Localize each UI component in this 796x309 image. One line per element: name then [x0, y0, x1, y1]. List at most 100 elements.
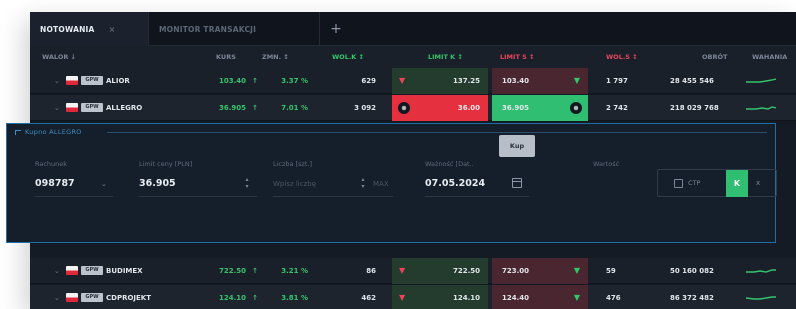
arrow-up-icon: ↑	[252, 77, 258, 85]
panel-corner	[15, 130, 21, 135]
divider	[107, 132, 767, 133]
change-percent: 3.37 %	[281, 77, 308, 85]
table-row[interactable]: ⌄ GPW ALIOR 103.40 ↑ 3.37 % 629 ▼ 137.25…	[30, 68, 796, 94]
price-limit-input[interactable]: 36.905	[139, 178, 176, 189]
turnover: 28 455 546	[670, 77, 714, 85]
quantity-input[interactable]: Wpisz liczbę	[273, 180, 316, 188]
chevron-down-icon[interactable]: ⌄	[54, 68, 60, 94]
tab-bar: NOTOWANIA × MONITOR TRANSAKCJI +	[30, 12, 796, 46]
sell-marker-icon: ▼	[399, 76, 406, 85]
instrument-name: CDPROJEKT	[106, 294, 152, 302]
close-icon[interactable]: x	[756, 170, 760, 197]
divider	[425, 196, 529, 197]
chevron-down-icon[interactable]: ⌄	[54, 95, 60, 121]
stepper-icon[interactable]: ▴ ▾	[359, 176, 367, 190]
max-button[interactable]: MAX	[373, 180, 389, 188]
ctp-label: CTP	[688, 179, 701, 187]
header-wolk[interactable]: WOL.K ↕	[332, 46, 364, 68]
tab-monitor-transakcji[interactable]: MONITOR TRANSAKCJI	[148, 12, 320, 46]
divider	[35, 196, 113, 197]
bid-limit-value: 722.50	[452, 267, 480, 275]
sparkline-icon	[746, 296, 776, 300]
ask-limit-value: 124.40	[502, 294, 530, 302]
table-row[interactable]: ⌄ GPW BUDIMEX 722.50 ↑ 3.21 % 86 ▼ 722.5…	[30, 258, 796, 284]
header-zmn[interactable]: ZMN. ↕	[262, 46, 289, 68]
calendar-icon[interactable]	[512, 178, 522, 188]
arrow-up-icon: ↑	[252, 104, 258, 112]
turnover: 50 160 082	[670, 267, 714, 275]
ask-volume: 1 797	[606, 77, 628, 85]
divider	[139, 196, 257, 197]
ask-volume: 2 742	[606, 104, 628, 112]
ask-volume: 476	[606, 294, 621, 302]
market-badge: GPW	[81, 76, 103, 85]
sell-marker-icon: ▼	[399, 293, 406, 302]
bid-volume: 629	[361, 77, 376, 85]
quantity-label: Liczba [szt.]	[273, 160, 313, 168]
ask-limit-value: 36.905	[502, 104, 530, 112]
stepper-icon[interactable]: ▴ ▾	[243, 176, 251, 190]
order-panel: Kupno ALLEGRO Kup Rachunek 098787 ⌄ Limi…	[6, 123, 777, 243]
price: 124.10	[218, 294, 246, 302]
table-row-selected[interactable]: ⌄ GPW ALLEGRO 36.905 ↑ 7.01 % 3 092 ⊗ 36…	[30, 95, 796, 121]
ask-limit-cell[interactable]: 723.00 ▼	[492, 258, 588, 284]
sparkline-icon	[746, 106, 776, 110]
chevron-down-icon[interactable]: ⌄	[54, 258, 60, 284]
arrow-up-icon: ↑	[252, 294, 258, 302]
flag-pl-icon	[66, 293, 78, 302]
tab-label: MONITOR TRANSAKCJI	[159, 24, 257, 34]
bid-limit-cell[interactable]: ▼ 137.25	[392, 68, 488, 94]
price: 36.905	[218, 104, 246, 112]
bid-volume: 86	[366, 267, 376, 275]
order-panel-title: Kupno ALLEGRO	[25, 128, 82, 136]
expiry-date-input[interactable]: 07.05.2024	[425, 178, 485, 189]
instrument-name: ALLEGRO	[106, 104, 143, 112]
value-label: Wartość	[593, 160, 620, 168]
instrument-name: ALIOR	[106, 77, 130, 85]
header-wols[interactable]: WOL.S ↕	[606, 46, 638, 68]
divider	[273, 196, 393, 197]
checkbox-icon[interactable]	[674, 179, 683, 188]
cancel-order-icon[interactable]: ⊗	[570, 102, 582, 114]
buy-marker-icon: ▼	[573, 266, 580, 275]
ask-limit-cell[interactable]: 36.905 ⊗	[492, 95, 588, 121]
ask-limit-cell[interactable]: 124.40 ▼	[492, 285, 588, 309]
header-kurs[interactable]: KURS	[216, 46, 236, 68]
account-value: 098787	[35, 178, 75, 189]
tab-notowania[interactable]: NOTOWANIA ×	[30, 12, 148, 46]
arrow-up-icon: ↑	[252, 267, 258, 275]
change-percent: 3.81 %	[281, 294, 308, 302]
ask-limit-value: 103.40	[502, 77, 530, 85]
turnover: 86 372 482	[670, 294, 714, 302]
submit-group: CTP K x	[657, 169, 777, 197]
close-icon[interactable]: ×	[109, 25, 116, 34]
bid-limit-cell[interactable]: ⊗ 36.00	[392, 95, 488, 121]
bid-limit-cell[interactable]: ▼ 722.50	[392, 258, 488, 284]
ask-limit-cell[interactable]: 103.40 ▼	[492, 68, 588, 94]
buy-marker-icon: ▼	[573, 293, 580, 302]
header-walor[interactable]: WALOR ↓	[42, 46, 76, 68]
buy-marker-icon: ▼	[573, 76, 580, 85]
bid-volume: 462	[361, 294, 376, 302]
header-wahania[interactable]: WAHANIA	[752, 46, 787, 68]
price: 103.40	[218, 77, 246, 85]
cancel-order-icon[interactable]: ⊗	[398, 102, 410, 114]
market-badge: GPW	[81, 266, 103, 275]
flag-pl-icon	[66, 103, 78, 112]
table-row[interactable]: ⌄ GPW CDPROJEKT 124.10 ↑ 3.81 % 462 ▼ 12…	[30, 285, 796, 309]
bid-limit-cell[interactable]: ▼ 124.10	[392, 285, 488, 309]
header-limits[interactable]: LIMIT S ↕	[500, 46, 535, 68]
buy-tooltip: Kup	[499, 135, 535, 157]
sparkline-icon	[746, 269, 776, 273]
chevron-down-icon[interactable]: ⌄	[54, 285, 60, 309]
plus-icon[interactable]: +	[324, 12, 348, 46]
header-limitk[interactable]: LIMIT K ↕	[428, 46, 463, 68]
chevron-down-icon[interactable]: ⌄	[101, 180, 107, 188]
buy-button[interactable]: K	[726, 170, 748, 197]
header-obrot[interactable]: OBRÓT	[702, 46, 727, 68]
change-percent: 7.01 %	[281, 104, 308, 112]
ask-limit-value: 723.00	[502, 267, 530, 275]
flag-pl-icon	[66, 266, 78, 275]
bid-limit-value: 137.25	[452, 77, 480, 85]
tab-label: NOTOWANIA	[40, 24, 95, 34]
